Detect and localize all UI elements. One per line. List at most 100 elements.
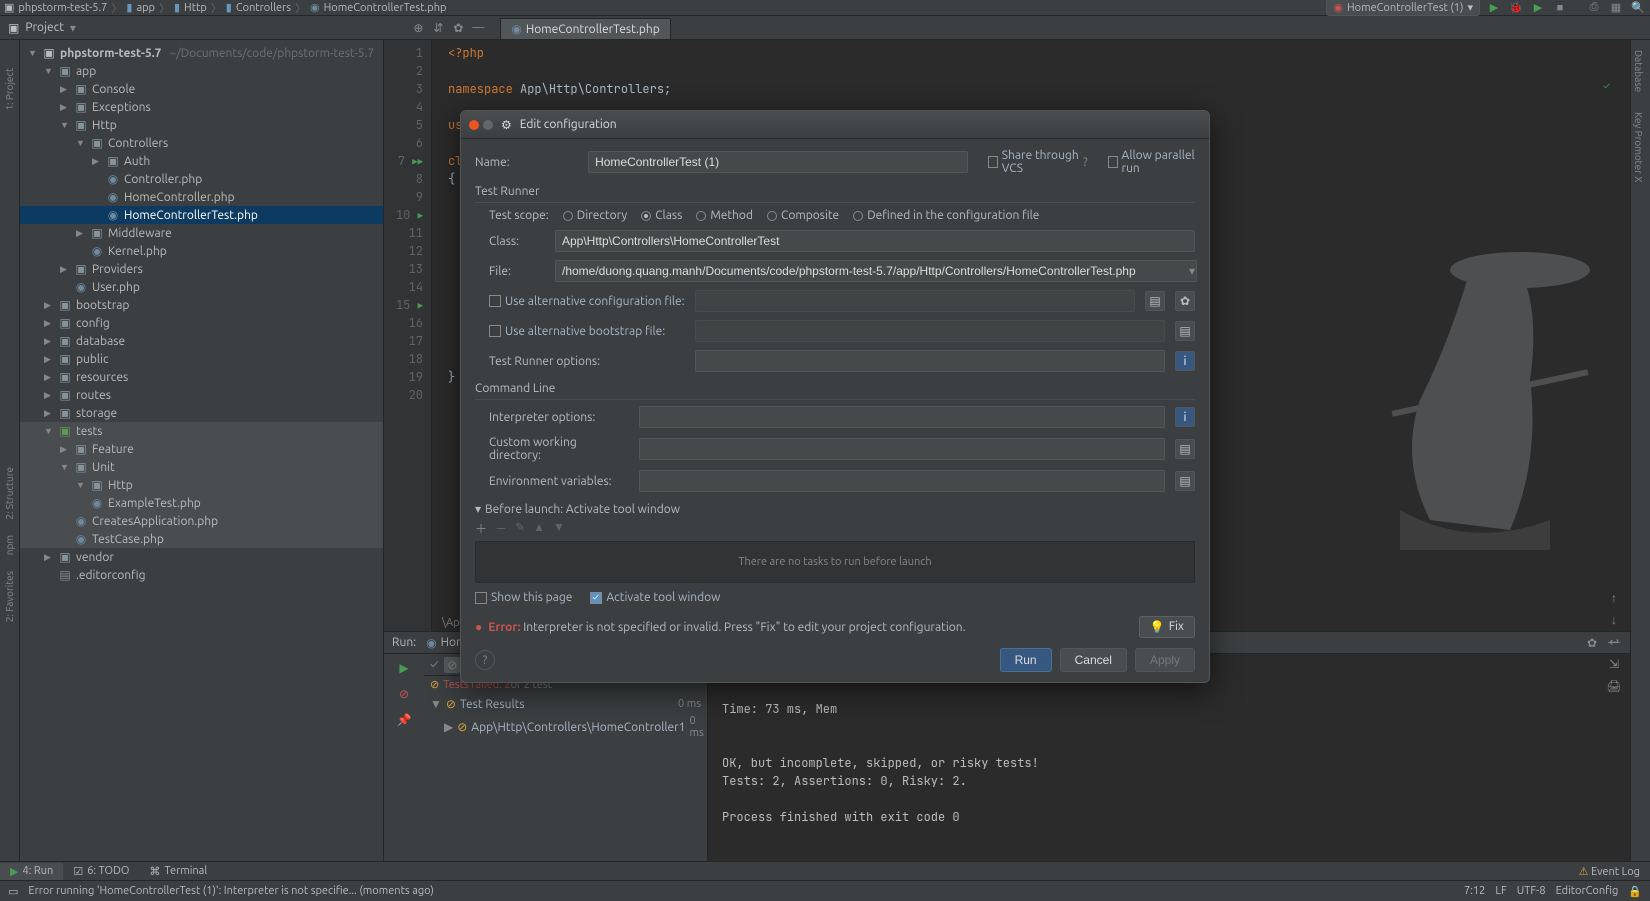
- caret-position[interactable]: 7:12: [1464, 885, 1485, 898]
- target-icon[interactable]: ⊕: [410, 20, 426, 36]
- down-button[interactable]: ▼: [553, 520, 565, 537]
- dialog-titlebar[interactable]: ⚙ Edit configuration: [461, 111, 1209, 139]
- tree-row[interactable]: ◉HomeController.php: [20, 188, 383, 206]
- tree-row[interactable]: ▶▣Providers: [20, 260, 383, 278]
- test-results-root[interactable]: ▼ ⊘ Test Results 0 ms: [424, 695, 707, 713]
- alt-config-input[interactable]: [695, 290, 1135, 312]
- filter-icon[interactable]: ⊘: [444, 657, 460, 673]
- tree-row[interactable]: ▶▣bootstrap: [20, 296, 383, 314]
- rerun-button[interactable]: ▶: [394, 658, 414, 678]
- share-vcs-checkbox[interactable]: Share through VCS ?: [988, 149, 1088, 175]
- gear-icon[interactable]: ✿: [450, 20, 466, 36]
- interp-options-input[interactable]: [639, 406, 1165, 428]
- scope-radio-directory[interactable]: Directory: [563, 209, 627, 222]
- run-button[interactable]: Run: [1000, 648, 1052, 672]
- runner-options-input[interactable]: [695, 350, 1165, 372]
- tree-row[interactable]: ▶▣storage: [20, 404, 383, 422]
- fix-button[interactable]: 💡 Fix: [1139, 616, 1195, 638]
- add-button[interactable]: ＋: [475, 520, 487, 537]
- apply-button[interactable]: Apply: [1135, 648, 1195, 672]
- print-icon[interactable]: 🖨: [1606, 678, 1622, 694]
- browse-button[interactable]: ▤: [1175, 439, 1195, 459]
- scroll-icon[interactable]: ⇲: [1606, 656, 1622, 672]
- coverage-button[interactable]: ▶: [1530, 0, 1546, 16]
- tree-row[interactable]: ▶▣Auth: [20, 152, 383, 170]
- wrap-icon[interactable]: ↩: [1606, 634, 1622, 650]
- browse-button[interactable]: ▤: [1175, 321, 1195, 341]
- scope-radio-defined-in-the-configuration-file[interactable]: Defined in the configuration file: [853, 209, 1039, 222]
- allow-parallel-checkbox[interactable]: Allow parallel run: [1108, 149, 1195, 175]
- stop-button[interactable]: ■: [1552, 0, 1568, 16]
- npm-tab[interactable]: npm: [4, 527, 15, 563]
- tool-tab-eventlog[interactable]: ⚠ Event Log: [1579, 865, 1650, 878]
- tree-row[interactable]: ◉HomeControllerTest.php: [20, 206, 383, 224]
- tool-tab-terminal[interactable]: ⌘ Terminal: [139, 863, 217, 880]
- line-separator[interactable]: LF: [1495, 885, 1506, 898]
- class-input[interactable]: [555, 230, 1195, 252]
- tool-tab-todo[interactable]: ☑ 6: TODO: [63, 863, 139, 880]
- cancel-button[interactable]: Cancel: [1060, 648, 1127, 672]
- info-icon[interactable]: i: [1175, 351, 1195, 371]
- run-config-selector[interactable]: ◉ HomeControllerTest (1) ▾: [1326, 0, 1480, 16]
- collapse-icon[interactable]: ⇵: [430, 20, 446, 36]
- lock-icon[interactable]: 🔒: [1628, 885, 1642, 898]
- breadcrumb-http[interactable]: Http: [184, 2, 207, 14]
- window-controls[interactable]: [469, 120, 493, 130]
- remove-button[interactable]: －: [495, 520, 507, 537]
- git-icon[interactable]: ⎙: [1586, 0, 1602, 16]
- layout-icon[interactable]: ▦: [1608, 0, 1624, 16]
- gear-icon[interactable]: ✿: [1584, 635, 1600, 651]
- tree-row[interactable]: ▶▣Exceptions: [20, 98, 383, 116]
- breadcrumb-root[interactable]: phpstorm-test-5.7: [18, 2, 107, 14]
- alt-bootstrap-checkbox[interactable]: Use alternative bootstrap file:: [489, 325, 685, 338]
- chevron-down-icon[interactable]: ▾: [1189, 264, 1195, 278]
- tree-row[interactable]: ◉ExampleTest.php: [20, 494, 383, 512]
- structure-tab[interactable]: 2: Structure: [4, 459, 15, 528]
- tree-row[interactable]: ▼▣Controllers: [20, 134, 383, 152]
- tree-row[interactable]: ▼▣Http: [20, 116, 383, 134]
- scope-radio-composite[interactable]: Composite: [767, 209, 839, 222]
- breadcrumb-app[interactable]: app: [136, 2, 155, 14]
- tree-row[interactable]: ▼▣Unit: [20, 458, 383, 476]
- tree-row[interactable]: ▤.editorconfig: [20, 566, 383, 584]
- tree-row[interactable]: ▼▣Http: [20, 476, 383, 494]
- tree-row[interactable]: ◉User.php: [20, 278, 383, 296]
- tree-root[interactable]: ▼ ▣ phpstorm-test-5.7 ~/Documents/code/p…: [20, 44, 383, 62]
- name-input[interactable]: [588, 151, 968, 173]
- check-icon[interactable]: ✓: [430, 658, 438, 671]
- help-icon[interactable]: ?: [1083, 156, 1088, 169]
- close-icon[interactable]: [469, 120, 479, 130]
- pin-icon[interactable]: 📌: [394, 710, 414, 730]
- tool-tab-run[interactable]: ▶ 4: Run: [0, 863, 63, 880]
- tree-row[interactable]: ◉Kernel.php: [20, 242, 383, 260]
- tree-row[interactable]: ◉CreatesApplication.php: [20, 512, 383, 530]
- alt-bootstrap-input[interactable]: [695, 320, 1165, 342]
- tree-row[interactable]: ▶▣public: [20, 350, 383, 368]
- tree-row[interactable]: ▶▣resources: [20, 368, 383, 386]
- stop-button[interactable]: ⊘: [394, 684, 414, 704]
- project-tab[interactable]: 1: Project: [4, 60, 15, 119]
- hide-icon[interactable]: —: [470, 20, 486, 36]
- tree-row[interactable]: ▶▣vendor: [20, 548, 383, 566]
- tree-row[interactable]: ◉TestCase.php: [20, 530, 383, 548]
- keypromoter-tab[interactable]: Key Promoter X: [1631, 102, 1646, 192]
- scope-radio-class[interactable]: Class: [641, 209, 682, 222]
- tree-row[interactable]: ▼▣tests: [20, 422, 383, 440]
- console-output[interactable]: Time: 73 ms, Mem OK, but incomplete, ski…: [708, 654, 1630, 861]
- tree-row[interactable]: ▶▣Feature: [20, 440, 383, 458]
- tree-row[interactable]: ▶▣Console: [20, 80, 383, 98]
- env-vars-input[interactable]: [639, 470, 1165, 492]
- down-arrow-icon[interactable]: ↓: [1606, 612, 1622, 628]
- favorites-tab[interactable]: 2: Favorites: [4, 563, 15, 630]
- encoding[interactable]: UTF-8: [1517, 885, 1546, 898]
- tree-row[interactable]: ▶▣routes: [20, 386, 383, 404]
- working-dir-input[interactable]: [639, 438, 1165, 460]
- tree-row[interactable]: ◉Controller.php: [20, 170, 383, 188]
- browse-button[interactable]: ▤: [1145, 291, 1165, 311]
- alt-config-checkbox[interactable]: Use alternative configuration file:: [489, 295, 685, 308]
- list-icon[interactable]: ▤: [1175, 471, 1195, 491]
- gear-icon[interactable]: ✿: [1175, 291, 1195, 311]
- test-class-row[interactable]: ▶ ⊘ App\Http\Controllers\HomeController1…: [424, 713, 707, 741]
- database-tab[interactable]: Database: [1631, 40, 1646, 102]
- breadcrumb-file[interactable]: HomeControllerTest.php: [324, 2, 447, 14]
